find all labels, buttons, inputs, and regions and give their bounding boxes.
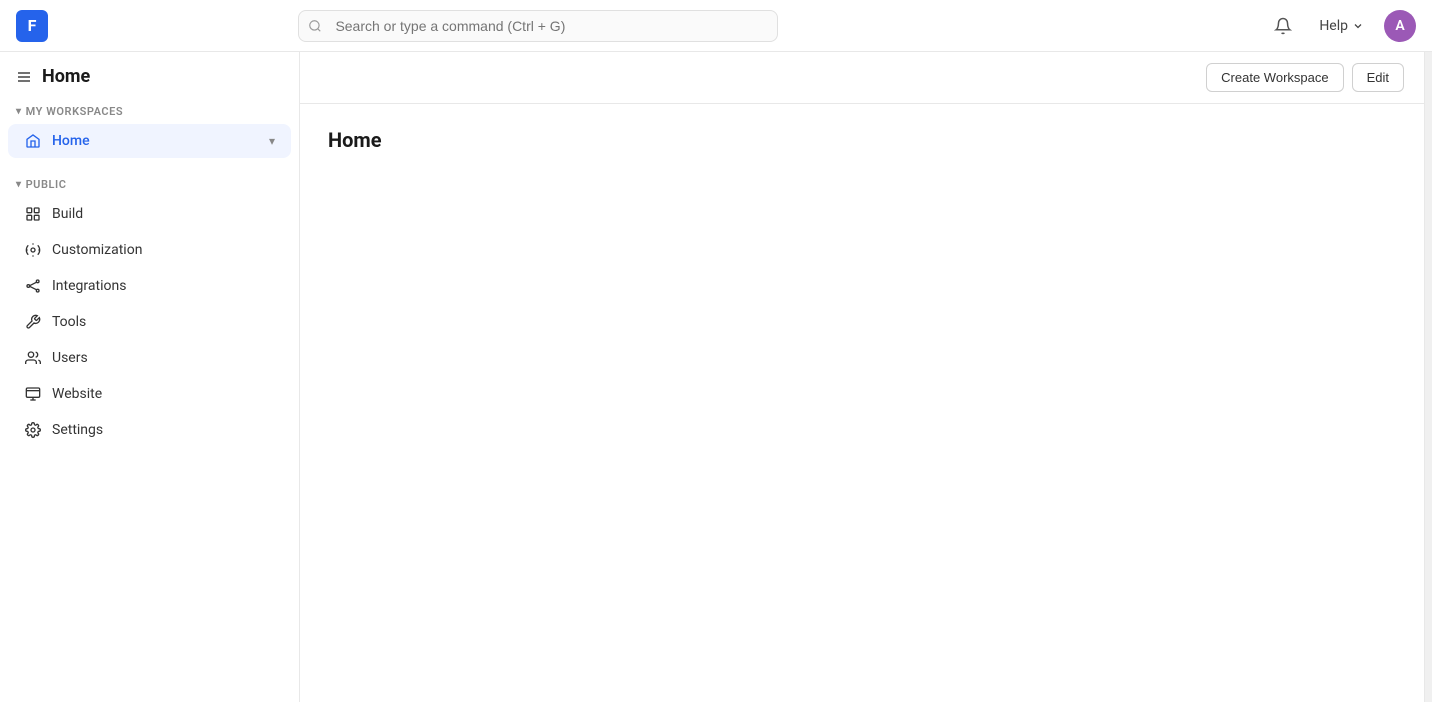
my-workspaces-section[interactable]: ▾ MY WORKSPACES <box>0 97 299 122</box>
search-icon <box>308 19 322 33</box>
create-workspace-button[interactable]: Create Workspace <box>1206 63 1343 92</box>
sidebar-item-home[interactable]: Home ▾ <box>8 124 291 158</box>
public-section[interactable]: ▾ PUBLIC <box>0 170 299 195</box>
navbar: F Help A <box>0 0 1432 52</box>
navbar-right: Help A <box>1267 10 1416 42</box>
sidebar-item-integrations[interactable]: Integrations <box>8 269 291 303</box>
sidebar: Home ▾ MY WORKSPACES Home ▾ ▾ PUBLIC <box>0 52 300 702</box>
sidebar-item-tools[interactable]: Tools <box>8 305 291 339</box>
customization-icon <box>24 241 42 259</box>
edit-button[interactable]: Edit <box>1352 63 1404 92</box>
user-avatar[interactable]: A <box>1384 10 1416 42</box>
integrations-label: Integrations <box>52 278 275 294</box>
scrollbar-track[interactable] <box>1424 52 1432 702</box>
search-bar <box>298 10 778 42</box>
sidebar-item-customization[interactable]: Customization <box>8 233 291 267</box>
my-workspaces-chevron: ▾ <box>16 106 22 117</box>
sidebar-header: Home <box>0 52 299 97</box>
users-icon <box>24 349 42 367</box>
sidebar-item-build[interactable]: Build <box>8 197 291 231</box>
build-label: Build <box>52 206 275 222</box>
sidebar-item-users[interactable]: Users <box>8 341 291 375</box>
website-icon <box>24 385 42 403</box>
content-main: Home <box>300 104 1424 702</box>
search-input[interactable] <box>298 10 778 42</box>
content-area: Create Workspace Edit Home <box>300 52 1424 702</box>
home-icon <box>24 132 42 150</box>
integrations-icon <box>24 277 42 295</box>
hamburger-menu[interactable] <box>16 69 32 85</box>
tools-label: Tools <box>52 314 275 330</box>
sidebar-title: Home <box>42 66 90 87</box>
notification-bell[interactable] <box>1267 10 1299 42</box>
home-label: Home <box>52 133 259 149</box>
page-title: Home <box>328 128 1396 152</box>
help-button[interactable]: Help <box>1311 14 1372 38</box>
main-layout: Home ▾ MY WORKSPACES Home ▾ ▾ PUBLIC <box>0 52 1432 702</box>
public-chevron: ▾ <box>16 179 22 190</box>
settings-icon <box>24 421 42 439</box>
content-toolbar: Create Workspace Edit <box>300 52 1424 104</box>
home-chevron: ▾ <box>269 134 275 148</box>
settings-label: Settings <box>52 422 275 438</box>
users-label: Users <box>52 350 275 366</box>
tools-icon <box>24 313 42 331</box>
customization-label: Customization <box>52 242 275 258</box>
build-icon <box>24 205 42 223</box>
sidebar-item-settings[interactable]: Settings <box>8 413 291 447</box>
sidebar-item-website[interactable]: Website <box>8 377 291 411</box>
website-label: Website <box>52 386 275 402</box>
app-logo[interactable]: F <box>16 10 48 42</box>
